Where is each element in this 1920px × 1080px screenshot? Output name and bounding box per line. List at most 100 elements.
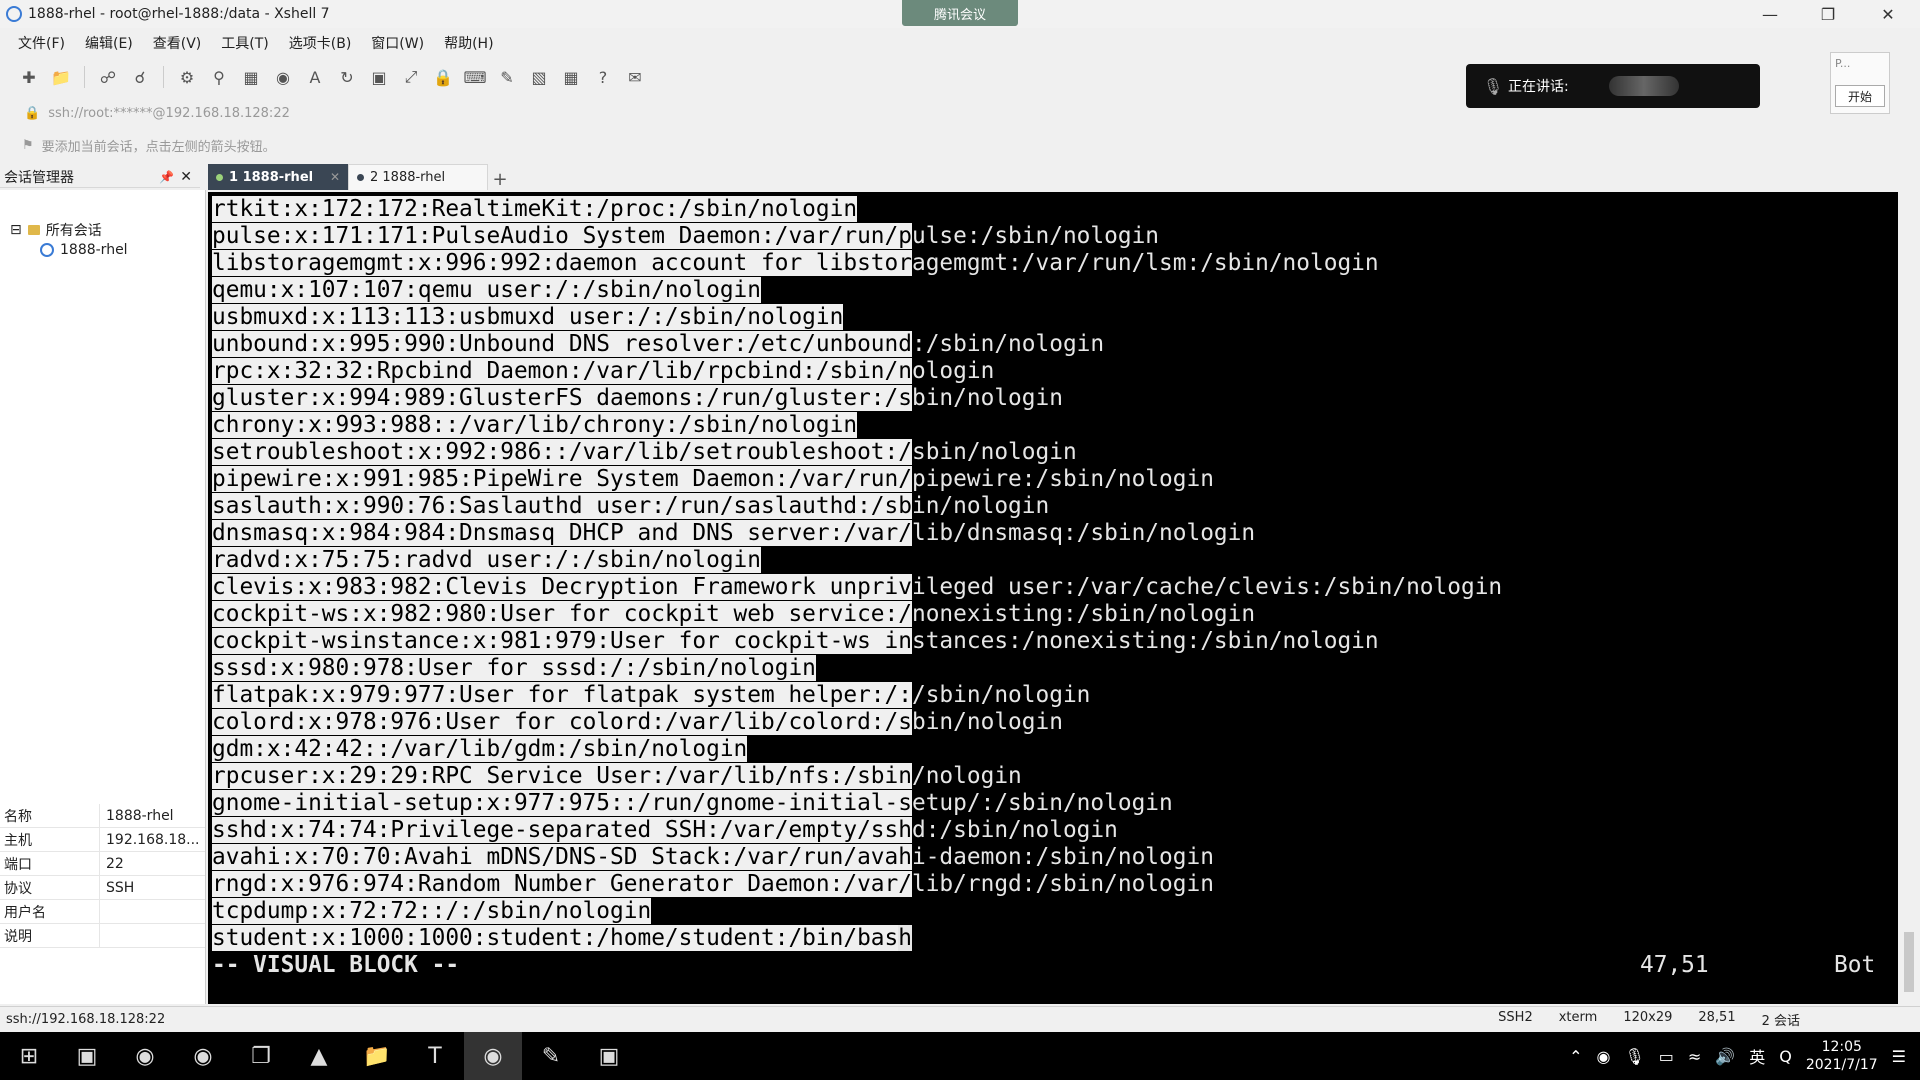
menu-window[interactable]: 窗口(W) [371,33,424,53]
xshell-icon [6,6,22,22]
menu-help[interactable]: 帮助(H) [444,33,493,53]
layout-icon[interactable]: ▦ [238,64,264,90]
unselected-text: pipewire:/sbin/nologin [911,466,1214,492]
menu-tools[interactable]: 工具(T) [221,33,268,53]
connect-icon[interactable]: ☍ [95,64,121,90]
status-cursor: 28,51 [1698,1010,1736,1025]
selected-text: cockpit-ws:x:982:980:User for cockpit we… [212,601,912,627]
notes-icon[interactable]: ✎ [522,1032,580,1080]
terminal-line: sssd:x:980:978:User for sssd:/:/sbin/nol… [212,655,1502,682]
menu-view[interactable]: 查看(V) [153,33,202,53]
property-row: 说明 [0,924,205,948]
terminal-line: rtkit:x:172:172:RealtimeKit:/proc:/sbin/… [212,196,1502,223]
menu-tabs[interactable]: 选项卡(B) [289,33,352,53]
close-icon[interactable]: ✕ [180,169,192,185]
font-icon[interactable]: A [302,64,328,90]
globe-icon[interactable]: ◉ [270,64,296,90]
battery-icon[interactable]: ▭ [1659,1047,1674,1066]
minimize-button[interactable]: — [1742,0,1798,28]
tab-1888-rhel-2[interactable]: 2 1888-rhel [348,164,488,190]
selected-text: tcpdump:x:72:72::/:/sbin/nologin [212,898,652,924]
menu-file[interactable]: 文件(F) [18,33,65,53]
chat-icon[interactable]: ✉ [622,64,648,90]
typora-icon[interactable]: T [406,1032,464,1080]
hint-bar: ⚑ 要添加当前会话，点击左侧的箭头按钮。 [0,132,1460,158]
start-button[interactable]: 开始 [1835,85,1885,107]
close-icon[interactable]: ✕ [330,170,340,184]
selected-text: student:x:1000:1000:student:/home/studen… [212,925,899,951]
terminal-line: clevis:x:983:982:Clevis Decryption Frame… [212,574,1502,601]
add-tab-icon[interactable]: + [488,169,512,190]
pin-icon[interactable]: 📌 [159,170,174,184]
session-icon [40,243,54,257]
address-bar[interactable]: 🔒 ssh://root:******@192.168.18.128:22 [0,100,1460,126]
xshell-taskbar-icon[interactable]: ◉ [464,1032,522,1080]
notification-icon[interactable]: ☰ [1892,1047,1906,1066]
open-folder-icon[interactable]: 📁 [48,64,74,90]
grid-icon[interactable]: ▦ [558,64,584,90]
tab-1888-rhel-1[interactable]: 1 1888-rhel ✕ [208,164,348,190]
unselected-text: :/sbin/nologin [911,331,1105,357]
network-icon[interactable]: ◉ [1597,1047,1611,1066]
chrome-icon[interactable]: ◉ [116,1032,174,1080]
tree-item-1888-rhel[interactable]: 1888-rhel [40,242,128,258]
camera-icon[interactable]: ▣ [366,64,392,90]
meeting-tab[interactable]: 腾讯会议 [902,0,1018,26]
unselected-text: ologin [911,358,995,384]
unselected-text: /nologin [911,763,1022,789]
microphone-icon[interactable]: 🎙 [1624,1047,1644,1066]
find-icon[interactable]: ⚲ [206,64,232,90]
keyboard-icon[interactable]: ⌨ [462,64,488,90]
selected-text: avahi:x:70:70:Avahi mDNS/DNS-SD Stack:/v… [212,844,912,870]
chevron-up-icon[interactable]: ⌃ [1569,1047,1582,1066]
property-key: 用户名 [0,900,100,923]
selected-text: rpc:x:32:32:Rpcbind Daemon:/var/lib/rpcb… [212,358,912,384]
wechat-icon[interactable]: ◉ [174,1032,232,1080]
close-button[interactable]: ✕ [1860,0,1916,28]
unselected-text: /sbin/nologin [911,682,1091,708]
scrollbar-thumb[interactable] [1904,932,1914,992]
arrow-icon: ⚑ [22,137,34,153]
microphone-icon: 🎙 [1482,76,1504,96]
lock-icon[interactable]: 🔒 [430,64,456,90]
property-row: 端口 22 [0,852,205,876]
screenshot-icon[interactable]: ▧ [526,64,552,90]
qq-icon[interactable]: Q [1779,1047,1792,1066]
terminal[interactable]: rtkit:x:172:172:RealtimeKit:/proc:/sbin/… [208,192,1898,1004]
wifi-icon[interactable]: ≈ [1688,1047,1701,1066]
tree-item-label: 所有会话 [45,223,102,239]
unselected-text: ileged user:/var/cache/clevis:/sbin/nolo… [911,574,1503,600]
taskbar-app-icon[interactable]: ❐ [232,1032,290,1080]
terminal-line: setroubleshoot:x:992:986::/var/lib/setro… [212,439,1502,466]
properties-icon[interactable]: ⚙ [174,64,200,90]
tree-item-all-sessions[interactable]: ⊟ 所有会话 [10,220,102,240]
new-session-icon[interactable]: ✚ [16,64,42,90]
refresh-icon[interactable]: ↻ [334,64,360,90]
selected-text: sssd:x:980:978:User for sssd:/:/sbin/nol… [212,655,816,681]
property-value: 22 [106,855,124,872]
terminal-line: qemu:x:107:107:qemu user:/:/sbin/nologin [212,277,1502,304]
help-icon[interactable]: ? [590,64,616,90]
taskbar-app-icon[interactable]: ▣ [580,1032,638,1080]
selected-text: gluster:x:994:989:GlusterFS daemons:/run… [212,385,912,411]
clock[interactable]: 12:05 2021/7/17 [1806,1038,1878,1074]
status-dot-icon [216,173,223,181]
unselected-text: bin/nologin [911,385,1063,411]
pen-icon[interactable]: ✎ [494,64,520,90]
scroll-position: Bot [1834,952,1876,978]
disconnect-icon[interactable]: ☌ [127,64,153,90]
photos-icon[interactable]: ▲ [290,1032,348,1080]
fullscreen-icon[interactable]: ⤢ [398,64,424,90]
unselected-text: ulse:/sbin/nologin [911,223,1160,249]
unselected-text: h [898,925,912,951]
start-menu-icon[interactable]: ⊞ [0,1032,58,1080]
collapse-icon[interactable]: ⊟ [10,222,22,238]
volume-icon[interactable]: 🔊 [1715,1047,1735,1066]
menu-edit[interactable]: 编辑(E) [85,33,133,53]
terminal-scrollbar[interactable] [1898,192,1920,1004]
file-explorer-icon[interactable]: 📁 [348,1032,406,1080]
taskbar-app-icon[interactable]: ▣ [58,1032,116,1080]
ime-indicator[interactable]: 英 [1749,1044,1765,1068]
restore-button[interactable]: ❐ [1800,0,1856,28]
address-text: ssh://root:******@192.168.18.128:22 [48,105,290,121]
